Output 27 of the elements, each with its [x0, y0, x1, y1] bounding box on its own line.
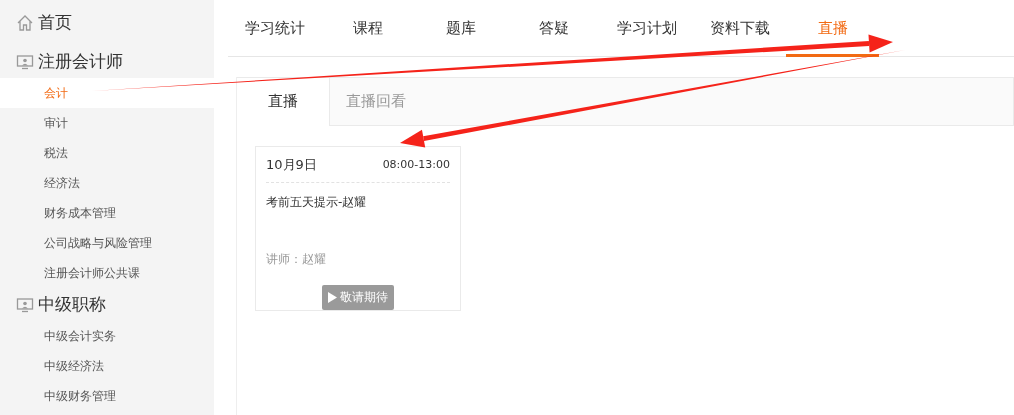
- nav-section-link[interactable]: 注册会计师: [38, 50, 123, 73]
- nav-item[interactable]: 审计: [0, 108, 214, 138]
- nav-item[interactable]: 公司战略与风险管理: [0, 228, 214, 258]
- nav-tab[interactable]: 学习统计: [228, 0, 321, 57]
- teacher-label: 讲师：赵耀: [266, 251, 327, 268]
- course-title: 考前五天提示-赵耀: [266, 194, 368, 211]
- nav-tab[interactable]: 资料下载: [693, 0, 786, 57]
- home-icon: [16, 13, 34, 32]
- nav-section-link[interactable]: 中级职称: [38, 293, 106, 316]
- nav-tab[interactable]: 学习计划: [600, 0, 693, 57]
- nav-item[interactable]: 注册会计师公共课: [0, 258, 214, 288]
- nav-item[interactable]: 中级会计实务: [0, 321, 214, 351]
- date-label: 10月9日: [266, 155, 317, 174]
- play-icon: [328, 292, 337, 303]
- nav-section-link[interactable]: 首页: [38, 11, 72, 34]
- nav-tab[interactable]: 课程: [321, 0, 414, 57]
- nav-item[interactable]: 财务成本管理: [0, 198, 214, 228]
- monitor-icon: [16, 295, 34, 314]
- nav-item[interactable]: 税法: [0, 138, 214, 168]
- nav-item[interactable]: 中级财务管理: [0, 381, 214, 411]
- nav-item[interactable]: 中级经济法: [0, 351, 214, 381]
- subtab[interactable]: 直播: [237, 78, 330, 126]
- nav-tab[interactable]: 答疑: [507, 0, 600, 57]
- monitor-icon: [16, 52, 34, 71]
- nav-item[interactable]: 经济法: [0, 168, 214, 198]
- time-range: 08:00-13:00: [382, 158, 450, 171]
- nav-tab[interactable]: 题库: [414, 0, 507, 57]
